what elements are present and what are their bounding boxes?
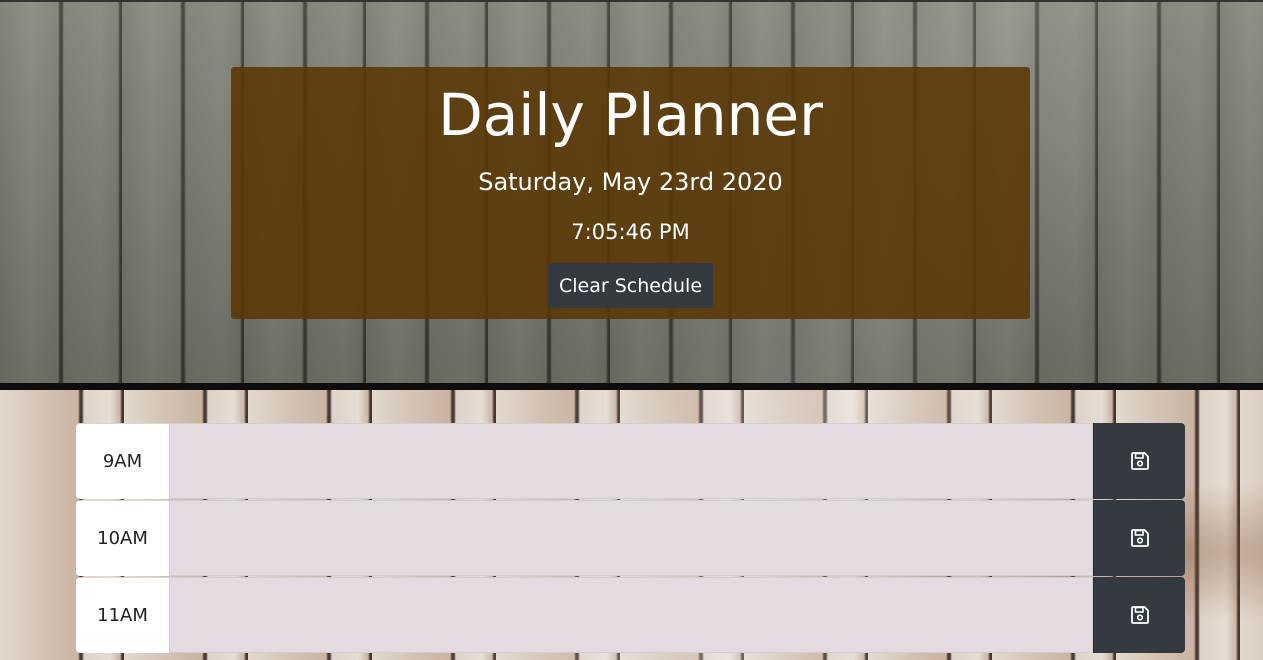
current-time: 7:05:46 PM bbox=[571, 220, 690, 244]
save-button[interactable] bbox=[1093, 577, 1185, 653]
time-block-row: 10AM bbox=[76, 500, 1185, 576]
time-block-row: 9AM bbox=[76, 423, 1185, 499]
event-description-input[interactable] bbox=[169, 500, 1093, 576]
hour-label: 9AM bbox=[76, 423, 169, 499]
hour-label: 10AM bbox=[76, 500, 169, 576]
page-title: Daily Planner bbox=[438, 81, 823, 149]
event-description-input[interactable] bbox=[169, 577, 1093, 653]
header-divider bbox=[0, 383, 1263, 390]
schedule-container: 9AM 10AM 11AM bbox=[76, 423, 1185, 654]
floppy-disk-icon bbox=[1130, 529, 1149, 547]
current-date: Saturday, May 23rd 2020 bbox=[478, 168, 783, 196]
planner-header: Daily Planner Saturday, May 23rd 2020 7:… bbox=[231, 67, 1030, 319]
floppy-disk-icon bbox=[1130, 606, 1149, 624]
time-block-row: 11AM bbox=[76, 577, 1185, 653]
event-description-input[interactable] bbox=[169, 423, 1093, 499]
save-button[interactable] bbox=[1093, 500, 1185, 576]
clear-schedule-button[interactable]: Clear Schedule bbox=[548, 263, 713, 308]
floppy-disk-icon bbox=[1130, 452, 1149, 470]
hour-label: 11AM bbox=[76, 577, 169, 653]
save-button[interactable] bbox=[1093, 423, 1185, 499]
